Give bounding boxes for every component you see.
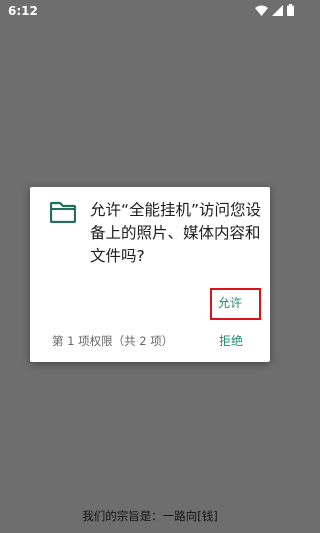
allow-button[interactable]: 允许 [218, 294, 242, 311]
battery-icon [287, 4, 294, 16]
permission-count: 第 1 项权限（共 2 项） [52, 334, 174, 348]
status-time: 6:12 [8, 4, 38, 18]
signal-icon [272, 4, 283, 16]
status-icons [255, 4, 294, 16]
deny-button[interactable]: 拒绝 [219, 332, 243, 349]
permission-dialog: 允许“全能挂机”访问您设备上的照片、媒体内容和文件吗? 允许 第 1 项权限（共… [30, 187, 270, 362]
status-bar: 6:12 [0, 0, 300, 22]
dialog-message: 允许“全能挂机”访问您设备上的照片、媒体内容和文件吗? [90, 201, 262, 265]
bottom-caption: 我们的宗旨是：一路向[钱] [82, 509, 218, 523]
wifi-icon [255, 5, 268, 16]
screen: 6:12 允许“全能挂机”访问您设备上的照片、媒体内容和文件吗? 允许 第 1 … [0, 0, 300, 533]
folder-icon [50, 201, 76, 223]
